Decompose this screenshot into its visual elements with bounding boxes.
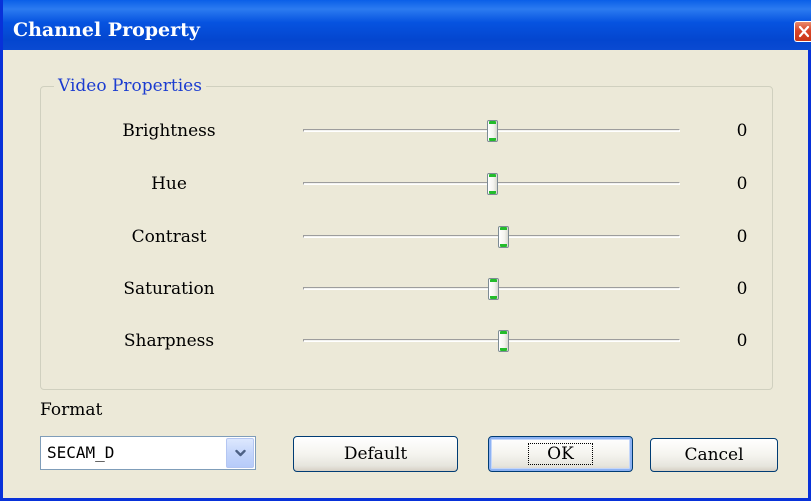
- close-icon: [798, 25, 810, 38]
- contrast-label: Contrast: [131, 227, 207, 247]
- sharpness-slider[interactable]: [303, 330, 680, 352]
- brightness-slider[interactable]: [303, 120, 680, 142]
- slider-thumb[interactable]: [497, 330, 509, 352]
- sharpness-label: Sharpness: [123, 331, 215, 351]
- window-title: Channel Property: [13, 19, 200, 41]
- saturation-slider[interactable]: [303, 278, 680, 300]
- default-button[interactable]: Default: [293, 436, 458, 472]
- channel-property-dialog: Channel Property Video Properties Bright…: [0, 0, 811, 501]
- format-select[interactable]: SECAM_D: [40, 436, 256, 470]
- title-bar[interactable]: Channel Property: [3, 0, 811, 50]
- slider-thumb[interactable]: [497, 226, 509, 248]
- format-dropdown-button[interactable]: [226, 438, 254, 468]
- hue-label: Hue: [151, 174, 187, 194]
- default-button-label: Default: [343, 444, 408, 464]
- slider-thumb[interactable]: [486, 173, 498, 195]
- slider-thumb[interactable]: [488, 278, 500, 300]
- saturation-value: 0: [736, 279, 748, 299]
- slider-track: [303, 339, 680, 342]
- sharpness-value: 0: [736, 331, 748, 351]
- contrast-slider[interactable]: [303, 226, 680, 248]
- format-label: Format: [40, 400, 103, 420]
- cancel-button-label: Cancel: [684, 445, 744, 465]
- hue-slider[interactable]: [303, 173, 680, 195]
- cancel-button[interactable]: Cancel: [650, 438, 778, 472]
- ok-button[interactable]: OK: [488, 436, 633, 472]
- slider-thumb[interactable]: [486, 120, 498, 142]
- hue-value: 0: [736, 174, 748, 194]
- video-properties-legend: Video Properties: [54, 76, 206, 96]
- chevron-down-icon: [235, 449, 246, 457]
- ok-button-label: OK: [528, 443, 593, 465]
- brightness-value: 0: [736, 121, 748, 141]
- brightness-label: Brightness: [122, 121, 216, 141]
- contrast-value: 0: [736, 227, 748, 247]
- close-button[interactable]: [794, 21, 811, 42]
- slider-track: [303, 235, 680, 238]
- format-selected-value: SECAM_D: [47, 443, 115, 462]
- saturation-label: Saturation: [123, 279, 215, 299]
